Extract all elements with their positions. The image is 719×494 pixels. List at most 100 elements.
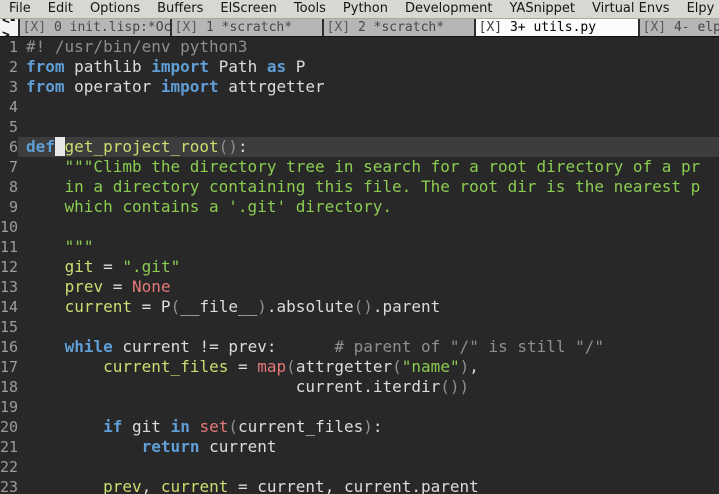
code-line-21: 21 return current: [0, 437, 719, 457]
token-paren: ): [363, 417, 373, 436]
tab-close-icon[interactable]: [X]: [23, 20, 46, 35]
tab-close-icon[interactable]: [X]: [175, 20, 198, 35]
code-text[interactable]: git = ".git": [18, 257, 719, 277]
tab-1[interactable]: [X] 1 *scratch*: [172, 19, 324, 36]
code-text[interactable]: return current: [18, 437, 719, 457]
menu-item-file[interactable]: File: [9, 0, 31, 18]
token-var: current: [161, 477, 228, 494]
tab-close-icon[interactable]: [X]: [643, 20, 666, 35]
token-plain: .parent: [373, 297, 440, 316]
token-plain: current: [199, 437, 276, 456]
token-plain: =: [94, 257, 123, 276]
menu-item-development[interactable]: Development: [405, 0, 493, 18]
token-paren: ()): [440, 377, 469, 396]
menu-item-elpy[interactable]: Elpy: [687, 0, 715, 18]
token-paren: (): [219, 137, 238, 156]
code-text[interactable]: current.iterdir()): [18, 377, 719, 397]
token-builtin: None: [132, 277, 171, 296]
token-plain: [26, 337, 65, 356]
token-plain: current_files: [238, 417, 363, 436]
code-text[interactable]: prev = None: [18, 277, 719, 297]
token-plain: Path: [209, 57, 267, 76]
code-text[interactable]: from operator import attrgetter: [18, 77, 719, 97]
tab-0[interactable]: [X] 0 init.lisp:*Oc...: [20, 19, 172, 36]
tab-label: 0 init.lisp:*Oc...: [46, 20, 172, 35]
token-paren: (: [171, 297, 181, 316]
code-text[interactable]: in a directory containing this file. The…: [18, 177, 719, 197]
token-str: ".git": [122, 257, 180, 276]
menu-item-yasnippet[interactable]: YASnippet: [510, 0, 576, 18]
token-var: git: [65, 257, 94, 276]
menu-item-elscreen[interactable]: ElScreen: [220, 0, 277, 18]
line-number: 17: [0, 357, 18, 377]
tab-label: 3+ utils.py: [502, 20, 596, 35]
token-kw: import: [151, 57, 209, 76]
code-text[interactable]: def get_project_root():: [18, 137, 719, 157]
code-text[interactable]: while current != prev: # parent of "/" i…: [18, 337, 719, 357]
tab-list: [X] 0 init.lisp:*Oc...[X] 1 *scratch*[X]…: [20, 19, 719, 36]
token-plain: pathlib: [65, 57, 152, 76]
line-number: 21: [0, 437, 18, 457]
line-number: 13: [0, 277, 18, 297]
code-line-12: 12 git = ".git": [0, 257, 719, 277]
code-line-15: 15: [0, 317, 719, 337]
menu-item-edit[interactable]: Edit: [48, 0, 73, 18]
tab-3-active[interactable]: [X] 3+ utils.py: [476, 19, 640, 36]
token-plain: operator: [65, 77, 161, 96]
menu-item-buffers[interactable]: Buffers: [157, 0, 203, 18]
code-text[interactable]: [18, 217, 719, 237]
code-area[interactable]: 1#! /usr/bin/env python32from pathlib im…: [0, 37, 719, 494]
menu-item-tools[interactable]: Tools: [294, 0, 326, 18]
token-str: in a directory containing this file. The…: [26, 177, 700, 196]
code-text[interactable]: if git in set(current_files):: [18, 417, 719, 437]
code-line-4: 4: [0, 97, 719, 117]
code-line-13: 13 prev = None: [0, 277, 719, 297]
token-plain: = P: [132, 297, 171, 316]
line-number: 20: [0, 417, 18, 437]
tab-label: 2 *scratch*: [350, 20, 444, 35]
tab-scroll-control[interactable]: <->: [0, 19, 20, 36]
code-text[interactable]: [18, 317, 719, 337]
code-text[interactable]: prev, current = current, current.parent: [18, 477, 719, 494]
code-text[interactable]: """Climb the directory tree in search fo…: [18, 157, 719, 177]
menu-item-python[interactable]: Python: [343, 0, 388, 18]
token-plain: git: [122, 417, 170, 436]
token-kw: def: [26, 137, 55, 156]
token-var: get_project_root: [65, 137, 219, 156]
line-number: 7: [0, 157, 18, 177]
code-line-3: 3from operator import attrgetter: [0, 77, 719, 97]
token-plain: attrgetter: [219, 77, 325, 96]
tab-close-icon[interactable]: [X]: [479, 20, 502, 35]
code-line-23: 23 prev, current = current, current.pare…: [0, 477, 719, 494]
tab-4[interactable]: [X] 4- elpy: [640, 19, 719, 36]
token-plain: [26, 437, 142, 456]
token-paren: (: [392, 357, 402, 376]
code-text[interactable]: """: [18, 237, 719, 257]
code-text[interactable]: [18, 117, 719, 137]
code-text[interactable]: [18, 457, 719, 477]
tab-close-icon[interactable]: [X]: [327, 20, 350, 35]
code-text[interactable]: current = P(__file__).absolute().parent: [18, 297, 719, 317]
code-text[interactable]: [18, 97, 719, 117]
line-number: 8: [0, 177, 18, 197]
line-number: 10: [0, 217, 18, 237]
code-line-5: 5: [0, 117, 719, 137]
line-number: 12: [0, 257, 18, 277]
token-paren: ): [257, 297, 267, 316]
code-text[interactable]: from pathlib import Path as P: [18, 57, 719, 77]
line-number: 19: [0, 397, 18, 417]
code-text[interactable]: [18, 397, 719, 417]
line-number: 18: [0, 377, 18, 397]
token-plain: =: [103, 277, 132, 296]
token-plain: [26, 357, 103, 376]
code-text[interactable]: which contains a '.git' directory.: [18, 197, 719, 217]
code-line-8: 8 in a directory containing this file. T…: [0, 177, 719, 197]
token-str: """: [26, 237, 93, 256]
line-number: 23: [0, 477, 18, 494]
code-text[interactable]: current_files = map(attrgetter("name"),: [18, 357, 719, 377]
tab-2[interactable]: [X] 2 *scratch*: [324, 19, 476, 36]
menu-item-options[interactable]: Options: [90, 0, 140, 18]
code-text[interactable]: #! /usr/bin/env python3: [18, 37, 719, 57]
code-line-22: 22: [0, 457, 719, 477]
menu-item-virtual-envs[interactable]: Virtual Envs: [592, 0, 670, 18]
